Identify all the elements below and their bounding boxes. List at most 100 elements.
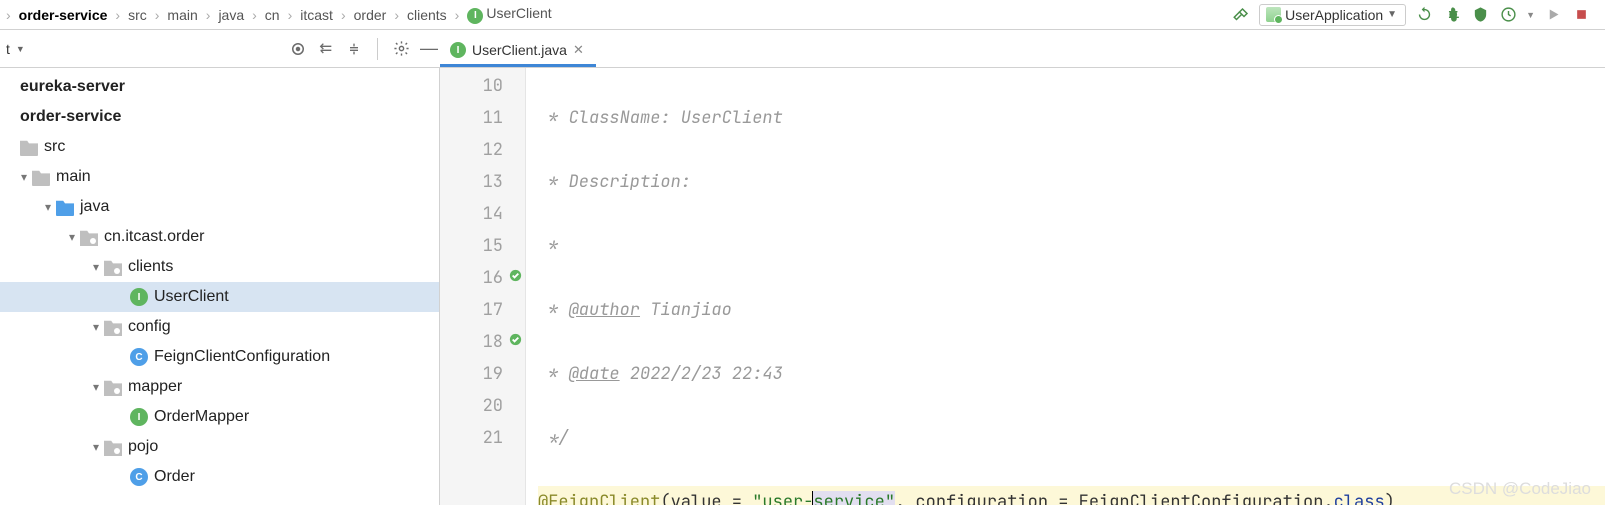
interface-icon: I — [130, 288, 148, 306]
top-toolbar: › order-service › src › main › java › cn… — [0, 0, 1605, 30]
line-number: 16 — [440, 262, 503, 294]
run-configuration-selector[interactable]: UserApplication ▼ — [1259, 4, 1406, 26]
line-number: 13 — [440, 166, 503, 198]
breadcrumb-item[interactable]: cn — [261, 5, 284, 25]
line-number: 10 — [440, 70, 503, 102]
code-area[interactable]: * ClassName: UserClient * Description: *… — [526, 68, 1605, 505]
project-tree[interactable]: ▾eureka-server ▾order-service ▾src ▾main… — [0, 68, 440, 505]
tree-package[interactable]: ▾mapper — [0, 372, 439, 402]
source-folder-icon — [56, 198, 74, 216]
gutter[interactable]: 10 11 12 13 14 15 16 17 18 19 20 21 — [440, 68, 526, 505]
chevron-down-icon[interactable]: ▾ — [64, 230, 80, 244]
implements-gutter-icon[interactable] — [508, 332, 523, 347]
implements-gutter-icon[interactable] — [508, 268, 523, 283]
package-icon — [80, 228, 98, 246]
spring-boot-icon — [1266, 7, 1281, 22]
tree-folder[interactable]: ▾java — [0, 192, 439, 222]
tab-userclient[interactable]: I UserClient.java ✕ — [440, 36, 596, 67]
interface-icon: I — [467, 8, 483, 24]
line-number: 12 — [440, 134, 503, 166]
run-config-name: UserApplication — [1285, 7, 1383, 23]
class-icon: C — [130, 468, 148, 486]
tree-package[interactable]: ▾pojo — [0, 432, 439, 462]
tree-module[interactable]: ▾eureka-server — [0, 72, 439, 102]
chevron-right-icon: › — [155, 7, 160, 23]
rerun-button[interactable] — [1414, 5, 1434, 25]
run-coverage-button[interactable] — [1470, 5, 1490, 25]
line-number: 14 — [440, 198, 503, 230]
chevron-right-icon: › — [288, 7, 293, 23]
breadcrumb-item[interactable]: order — [350, 5, 391, 25]
chevron-down-icon[interactable]: ▾ — [88, 320, 104, 334]
breadcrumb-item[interactable]: java — [214, 5, 248, 25]
expand-all-button[interactable] — [315, 38, 337, 60]
project-toolbar: t ▼ — — [0, 38, 440, 60]
tab-label: UserClient.java — [472, 42, 567, 58]
chevron-right-icon: › — [115, 7, 120, 23]
chevron-right-icon: › — [394, 7, 399, 23]
interface-icon: I — [450, 42, 466, 58]
toolbar-label: t — [6, 41, 10, 57]
package-icon — [104, 258, 122, 276]
package-icon — [104, 438, 122, 456]
chevron-right-icon: › — [455, 7, 460, 23]
breadcrumb-item[interactable]: src — [124, 5, 151, 25]
breadcrumb-item[interactable]: clients — [403, 5, 451, 25]
tree-folder[interactable]: ▾main — [0, 162, 439, 192]
tree-package[interactable]: ▾config — [0, 312, 439, 342]
line-number: 17 — [440, 294, 503, 326]
stop-button[interactable] — [1571, 5, 1591, 25]
debug-button[interactable] — [1442, 5, 1462, 25]
tree-file-userclient[interactable]: IUserClient — [0, 282, 439, 312]
line-number: 20 — [440, 390, 503, 422]
chevron-right-icon: › — [206, 7, 211, 23]
chevron-right-icon: › — [252, 7, 257, 23]
chevron-down-icon[interactable]: ▼ — [1526, 10, 1535, 20]
line-number: 11 — [440, 102, 503, 134]
breadcrumb-item[interactable]: itcast — [296, 5, 337, 25]
close-icon[interactable]: ✕ — [573, 42, 584, 58]
folder-icon — [20, 138, 38, 156]
gear-icon[interactable] — [390, 38, 412, 60]
folder-icon — [32, 168, 50, 186]
collapse-all-button[interactable] — [343, 38, 365, 60]
package-icon — [104, 318, 122, 336]
breadcrumb-item[interactable]: main — [163, 5, 201, 25]
chevron-down-icon[interactable]: ▾ — [16, 170, 32, 184]
hide-button[interactable]: — — [418, 38, 440, 60]
chevron-down-icon: ▼ — [1387, 9, 1397, 20]
tree-module[interactable]: ▾order-service — [0, 102, 439, 132]
line-number: 19 — [440, 358, 503, 390]
breadcrumb: › order-service › src › main › java › cn… — [4, 3, 1231, 26]
secondary-toolbar: t ▼ — I UserClient.java ✕ — [0, 30, 1605, 68]
profile-button[interactable] — [1498, 5, 1518, 25]
tree-file-feignconfig[interactable]: CFeignClientConfiguration — [0, 342, 439, 372]
class-icon: C — [130, 348, 148, 366]
select-opened-file-button[interactable] — [287, 38, 309, 60]
tree-package[interactable]: ▾clients — [0, 252, 439, 282]
chevron-down-icon[interactable]: ▾ — [88, 440, 104, 454]
run-toolbar: UserApplication ▼ ▼ — [1231, 4, 1601, 26]
chevron-down-icon[interactable]: ▼ — [16, 44, 25, 54]
run-button[interactable] — [1543, 5, 1563, 25]
chevron-down-icon[interactable]: ▾ — [40, 200, 56, 214]
code-editor[interactable]: 10 11 12 13 14 15 16 17 18 19 20 21 * Cl… — [440, 68, 1605, 505]
editor-tabs: I UserClient.java ✕ — [440, 30, 596, 67]
interface-icon: I — [130, 408, 148, 426]
chevron-right-icon: › — [341, 7, 346, 23]
separator — [377, 38, 378, 60]
chevron-down-icon[interactable]: ▾ — [88, 380, 104, 394]
breadcrumb-item[interactable]: order-service — [15, 5, 112, 25]
package-icon — [104, 378, 122, 396]
breadcrumb-item[interactable]: IUserClient — [463, 3, 555, 26]
line-number: 21 — [440, 422, 503, 454]
tree-folder[interactable]: ▾src — [0, 132, 439, 162]
tree-package[interactable]: ▾cn.itcast.order — [0, 222, 439, 252]
tree-file-order[interactable]: COrder — [0, 462, 439, 492]
tree-file-ordermapper[interactable]: IOrderMapper — [0, 402, 439, 432]
build-button[interactable] — [1231, 5, 1251, 25]
line-number: 18 — [440, 326, 503, 358]
line-number: 15 — [440, 230, 503, 262]
chevron-down-icon[interactable]: ▾ — [88, 260, 104, 274]
main-area: ▾eureka-server ▾order-service ▾src ▾main… — [0, 68, 1605, 505]
